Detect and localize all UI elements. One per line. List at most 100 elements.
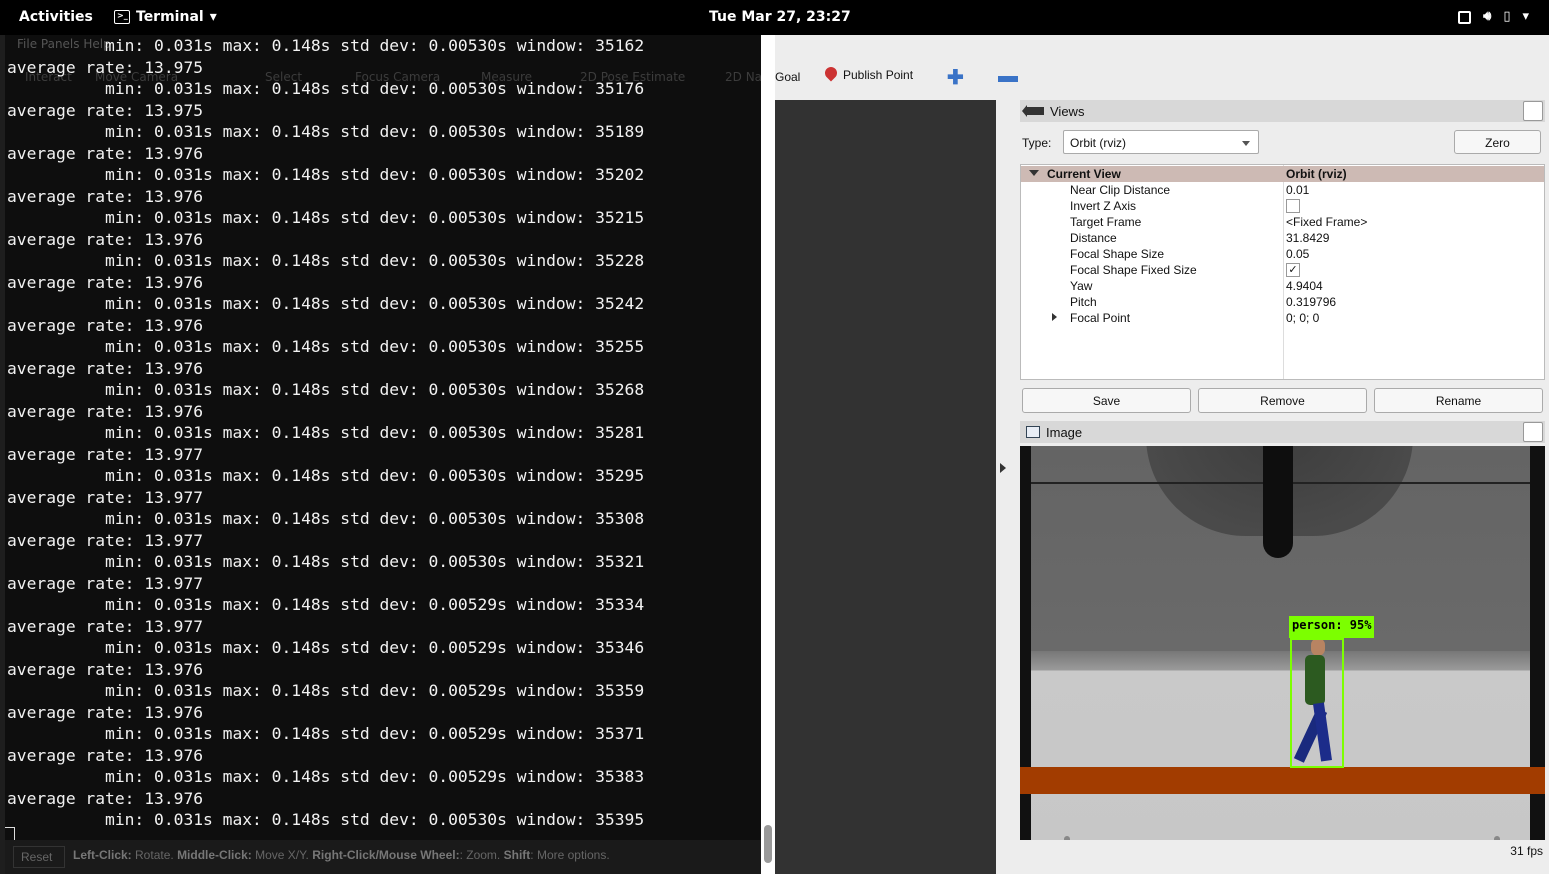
- detection-bounding-box: [1290, 638, 1344, 768]
- prop-row[interactable]: Yaw 4.9404: [1021, 278, 1544, 294]
- tool-2d-nav-goal[interactable]: Goal: [775, 70, 800, 84]
- scrollbar-thumb[interactable]: [764, 825, 772, 863]
- prop-row[interactable]: Focal Point 0; 0; 0: [1021, 310, 1544, 326]
- help-key: Right-Click/Mouse Wheel:: [312, 848, 460, 862]
- terminal-line: min: 0.031s max: 0.148s std dev: 0.00530…: [7, 509, 645, 528]
- prop-row[interactable]: Focal Shape Size 0.05: [1021, 246, 1544, 262]
- terminal-line: average rate: 13.977: [7, 444, 204, 464]
- terminal-line: min: 0.031s max: 0.148s std dev: 0.00530…: [7, 337, 645, 356]
- terminal-line: average rate: 13.977: [7, 487, 204, 507]
- terminal-line: min: 0.031s max: 0.148s std dev: 0.00529…: [7, 638, 645, 657]
- prop-value[interactable]: 0.319796: [1286, 295, 1336, 309]
- prop-name: Focal Shape Fixed Size: [1070, 263, 1197, 277]
- help-key: Shift: [503, 848, 531, 862]
- system-tray[interactable]: 🔊︎ ▯ ▾: [1458, 9, 1529, 24]
- prop-value[interactable]: 4.9404: [1286, 279, 1323, 293]
- terminal-line: average rate: 13.976: [7, 702, 204, 722]
- type-label: Type:: [1022, 136, 1052, 150]
- save-button[interactable]: Save: [1022, 388, 1191, 413]
- terminal-line: min: 0.031s max: 0.148s std dev: 0.00529…: [7, 595, 645, 614]
- prop-value[interactable]: 0.05: [1286, 247, 1309, 261]
- prop-row[interactable]: Invert Z Axis: [1021, 198, 1544, 214]
- prop-row[interactable]: Focal Shape Fixed Size ✓: [1021, 262, 1544, 278]
- camera-icon: [1022, 105, 1044, 117]
- terminal-window[interactable]: File Panels Help Interact Move Camera Se…: [5, 35, 761, 840]
- tool-publish-point[interactable]: Publish Point: [825, 67, 913, 83]
- rviz-window: Goal Publish Point ✚ ▬ Views Type: Orbit…: [775, 35, 1549, 874]
- remove-tool-icon[interactable]: ▬: [998, 65, 1018, 88]
- views-panel: Views Type: Orbit (rviz) Zero Current Vi…: [1020, 100, 1545, 417]
- prop-name: Distance: [1070, 231, 1117, 245]
- terminal-line: average rate: 13.976: [7, 229, 204, 249]
- invert-z-checkbox[interactable]: [1286, 199, 1300, 213]
- prop-value[interactable]: <Fixed Frame>: [1286, 215, 1367, 229]
- terminal-line: min: 0.031s max: 0.148s std dev: 0.00529…: [7, 681, 645, 700]
- expand-right-icon[interactable]: [1052, 313, 1057, 321]
- ceiling-post: [1263, 446, 1293, 558]
- terminal-line: average rate: 13.976: [7, 358, 204, 378]
- prop-name: Focal Shape Size: [1070, 247, 1165, 261]
- help-val: : Zoom.: [459, 848, 501, 862]
- volume-icon[interactable]: 🔊︎: [1483, 9, 1491, 24]
- terminal-line: min: 0.031s max: 0.148s std dev: 0.00529…: [7, 724, 645, 743]
- prop-value[interactable]: 0.01: [1286, 183, 1309, 197]
- prop-name: Current View: [1047, 167, 1121, 181]
- window-icon[interactable]: [1458, 11, 1472, 24]
- zero-button[interactable]: Zero: [1454, 130, 1541, 154]
- expand-down-icon[interactable]: [1029, 170, 1039, 176]
- battery-icon[interactable]: ▯: [1503, 9, 1510, 24]
- prop-name: Near Clip Distance: [1070, 183, 1171, 197]
- floor-band: [1020, 767, 1545, 794]
- rviz-toolbar: Goal Publish Point ✚ ▬: [775, 57, 1549, 97]
- map-pin-icon: [825, 67, 837, 83]
- panel-float-checkbox[interactable]: [1523, 422, 1543, 442]
- terminal-line: min: 0.031s max: 0.148s std dev: 0.00530…: [7, 122, 645, 141]
- chevron-down-icon[interactable]: ▾: [1522, 9, 1529, 24]
- prop-row[interactable]: Near Clip Distance 0.01: [1021, 182, 1544, 198]
- view-properties-tree[interactable]: Current View Orbit (rviz) Near Clip Dist…: [1020, 164, 1545, 380]
- fps-counter: 31 fps: [1510, 844, 1543, 858]
- fixed-size-checkbox[interactable]: ✓: [1286, 263, 1300, 277]
- prop-name: Invert Z Axis: [1070, 199, 1137, 213]
- prop-name: Yaw: [1070, 279, 1093, 293]
- terminal-scrollbar[interactable]: [761, 35, 775, 874]
- help-key: Left-Click:: [73, 848, 132, 862]
- terminal-line: min: 0.031s max: 0.148s std dev: 0.00530…: [7, 423, 645, 442]
- rename-button[interactable]: Rename: [1374, 388, 1543, 413]
- view-type-select[interactable]: Orbit (rviz): [1063, 130, 1259, 154]
- prop-value[interactable]: 31.8429: [1286, 231, 1329, 245]
- terminal-line: average rate: 13.976: [7, 315, 204, 335]
- splitter-arrow-icon[interactable]: [1000, 463, 1006, 473]
- reset-button[interactable]: Reset: [13, 846, 65, 868]
- prop-name: Target Frame: [1070, 215, 1142, 229]
- terminal-line: min: 0.031s max: 0.148s std dev: 0.00530…: [7, 810, 645, 829]
- clock[interactable]: Tue Mar 27, 23:27: [709, 9, 851, 25]
- terminal-line: min: 0.031s max: 0.148s std dev: 0.00530…: [7, 466, 645, 485]
- terminal-line: average rate: 13.976: [7, 788, 204, 808]
- prop-row[interactable]: Target Frame <Fixed Frame>: [1021, 214, 1544, 230]
- terminal-line: average rate: 13.976: [7, 186, 204, 206]
- prop-value[interactable]: 0; 0; 0: [1286, 311, 1319, 325]
- prop-row[interactable]: Pitch 0.319796: [1021, 294, 1544, 310]
- terminal-line: average rate: 13.977: [7, 530, 204, 550]
- prop-row[interactable]: Distance 31.8429: [1021, 230, 1544, 246]
- remove-button[interactable]: Remove: [1198, 388, 1367, 413]
- add-tool-icon[interactable]: ✚: [947, 65, 964, 90]
- terminal-line: min: 0.031s max: 0.148s std dev: 0.00530…: [7, 251, 645, 270]
- terminal-line: average rate: 13.976: [7, 401, 204, 421]
- marker: [1494, 836, 1500, 840]
- terminal-app-menu[interactable]: >_ Terminal ▾: [114, 9, 217, 25]
- rviz-status-bar: Reset Left-Click: Rotate. Middle-Click: …: [5, 840, 761, 874]
- current-view-row[interactable]: Current View Orbit (rviz): [1021, 166, 1544, 182]
- top-bar: Activities >_ Terminal ▾ Tue Mar 27, 23:…: [0, 0, 1549, 35]
- marker: [1064, 836, 1070, 840]
- image-panel-header: Image: [1020, 421, 1545, 443]
- terminal-line: average rate: 13.975: [7, 100, 204, 120]
- activities-button[interactable]: Activities: [19, 9, 93, 25]
- image-title: Image: [1046, 424, 1083, 440]
- terminal-line: average rate: 13.976: [7, 143, 204, 163]
- prop-name: Pitch: [1070, 295, 1097, 309]
- 3d-viewport[interactable]: [775, 100, 996, 874]
- help-val: Move X/Y.: [255, 848, 309, 862]
- panel-float-checkbox[interactable]: [1523, 101, 1543, 121]
